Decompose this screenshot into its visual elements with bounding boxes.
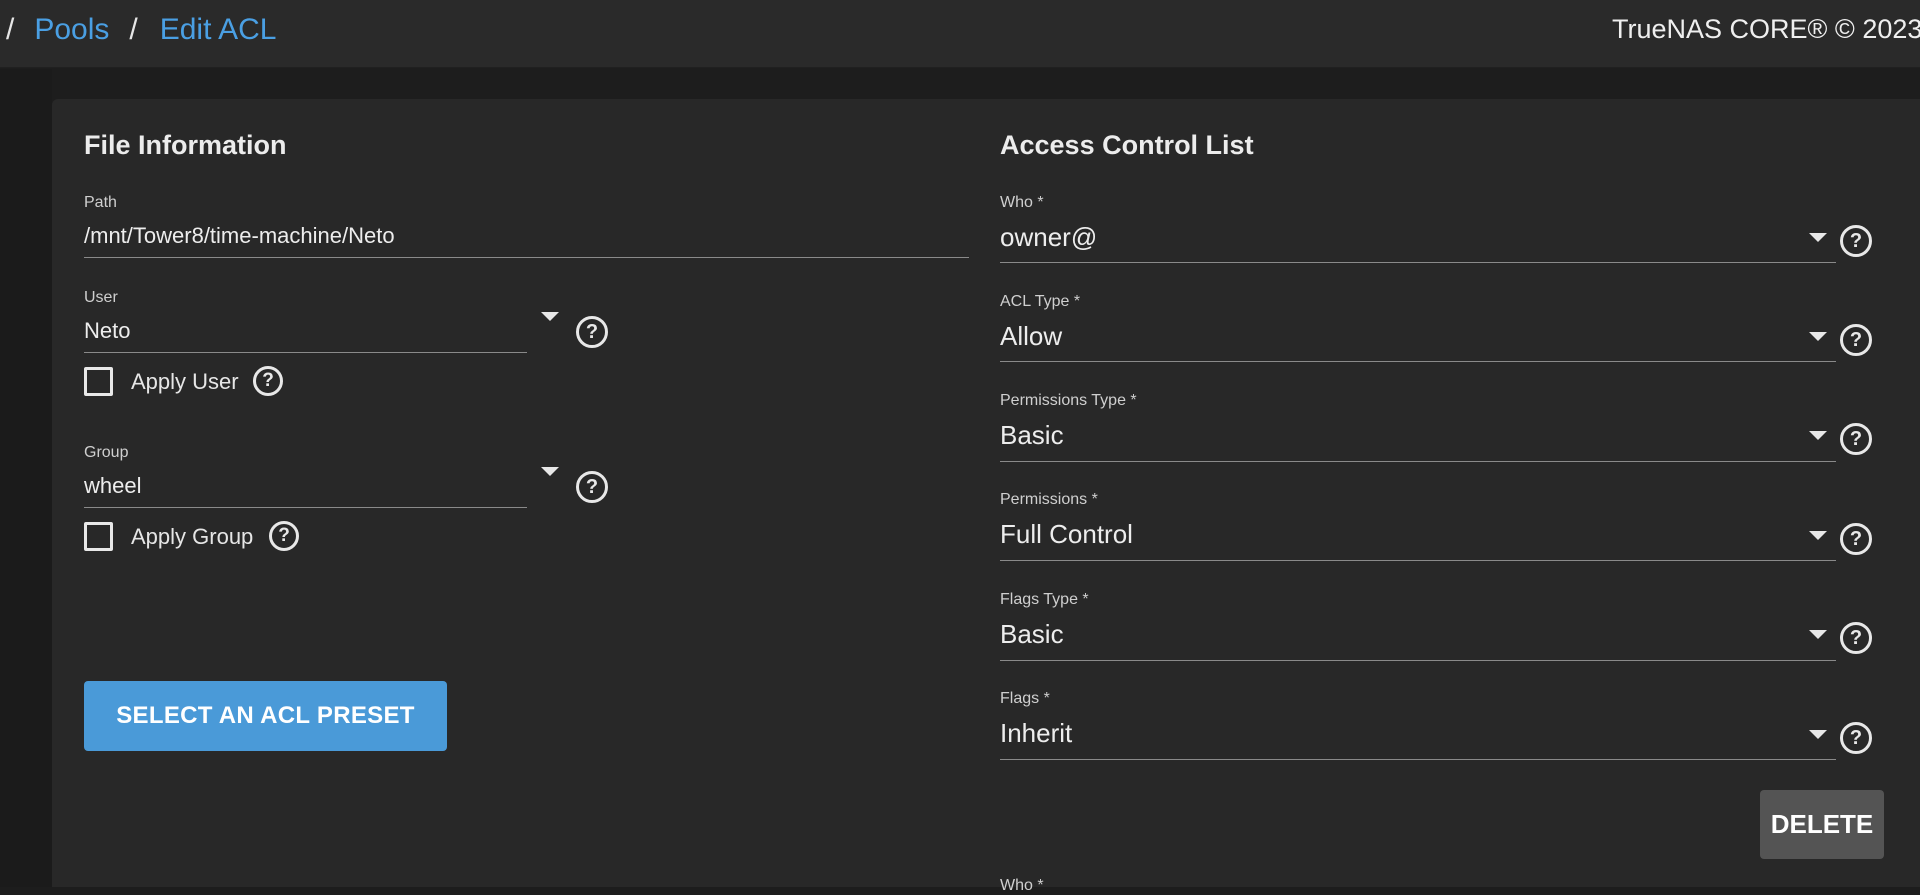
select-acl-preset-button[interactable]: SELECT AN ACL PRESET — [84, 681, 447, 751]
caret-down-icon[interactable] — [1809, 531, 1827, 540]
path-field: /mnt/Tower8/time-machine/Neto — [84, 223, 395, 248]
help-circle-icon[interactable]: ? — [1840, 225, 1872, 257]
permissions-underline — [1000, 560, 1836, 561]
breadcrumb-separator: / — [129, 13, 138, 46]
acl-type-select[interactable]: Allow — [1000, 321, 1062, 352]
user-label: User — [84, 289, 118, 306]
flags-select[interactable]: Inherit — [1000, 718, 1072, 749]
group-underline — [84, 507, 527, 508]
file-information-title: File Information — [84, 130, 287, 160]
path-label: Path — [84, 194, 117, 211]
group-label: Group — [84, 444, 129, 461]
apply-user-checkbox[interactable] — [84, 367, 113, 396]
copyright-text: TrueNAS CORE® © 2023 — [1612, 14, 1920, 44]
who-select[interactable]: owner@ — [1000, 222, 1097, 253]
help-circle-icon[interactable]: ? — [1840, 423, 1872, 455]
apply-group-label[interactable]: Apply Group — [131, 524, 253, 550]
caret-down-icon[interactable] — [1809, 431, 1827, 440]
breadcrumb-pools-link[interactable]: Pools — [34, 13, 109, 47]
help-circle-icon[interactable]: ? — [1840, 622, 1872, 654]
help-circle-icon[interactable]: ? — [1840, 722, 1872, 754]
flags-type-label: Flags Type * — [1000, 591, 1089, 608]
help-circle-icon[interactable]: ? — [576, 471, 608, 503]
caret-down-icon[interactable] — [1809, 233, 1827, 242]
breadcrumb-edit-acl-link[interactable]: Edit ACL — [160, 13, 277, 47]
delete-ace-button[interactable]: DELETE — [1760, 790, 1884, 859]
acl-type-underline — [1000, 361, 1836, 362]
top-bar: / Pools / Edit ACL TrueNAS CORE® © 2023 — [0, 0, 1920, 68]
help-circle-icon[interactable]: ? — [253, 366, 283, 396]
flags-label: Flags * — [1000, 690, 1050, 707]
permissions-type-underline — [1000, 461, 1836, 462]
help-circle-icon[interactable]: ? — [1840, 523, 1872, 555]
next-who-label: Who * — [1000, 877, 1044, 894]
user-select[interactable]: Neto — [84, 318, 130, 344]
breadcrumb: / Pools / Edit ACL — [6, 12, 276, 48]
caret-down-icon[interactable] — [1809, 332, 1827, 341]
caret-down-icon[interactable] — [541, 467, 559, 476]
path-underline — [84, 257, 969, 258]
permissions-type-label: Permissions Type * — [1000, 392, 1137, 409]
flags-type-select[interactable]: Basic — [1000, 619, 1064, 650]
caret-down-icon[interactable] — [1809, 630, 1827, 639]
help-circle-icon[interactable]: ? — [1840, 324, 1872, 356]
help-circle-icon[interactable]: ? — [269, 521, 299, 551]
group-select[interactable]: wheel — [84, 473, 141, 499]
user-underline — [84, 352, 527, 353]
acl-type-label: ACL Type * — [1000, 293, 1081, 310]
edit-acl-card — [52, 99, 1920, 887]
caret-down-icon[interactable] — [1809, 730, 1827, 739]
apply-user-label[interactable]: Apply User — [131, 369, 239, 395]
access-control-list-title: Access Control List — [1000, 130, 1254, 160]
flags-underline — [1000, 759, 1836, 760]
who-underline — [1000, 262, 1836, 263]
permissions-type-select[interactable]: Basic — [1000, 420, 1064, 451]
flags-type-underline — [1000, 660, 1836, 661]
who-label: Who * — [1000, 194, 1044, 211]
permissions-label: Permissions * — [1000, 491, 1098, 508]
permissions-select[interactable]: Full Control — [1000, 519, 1133, 550]
sidebar-edge — [0, 69, 52, 887]
help-circle-icon[interactable]: ? — [576, 316, 608, 348]
breadcrumb-separator: / — [6, 13, 15, 46]
apply-group-checkbox[interactable] — [84, 522, 113, 551]
caret-down-icon[interactable] — [541, 312, 559, 321]
